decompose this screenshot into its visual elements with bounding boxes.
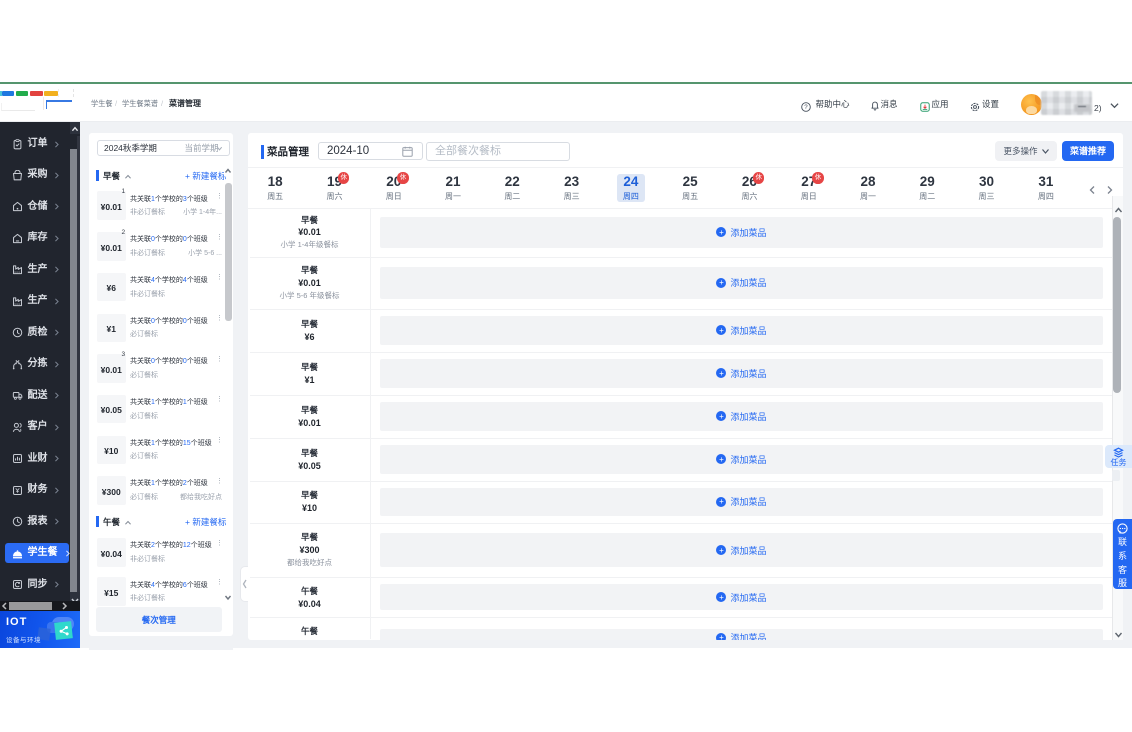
svg-text:服: 服 — [1118, 578, 1127, 588]
svg-text:任务: 任务 — [1111, 457, 1127, 467]
svg-text:客: 客 — [1118, 564, 1127, 575]
svg-text:?: ? — [804, 104, 808, 111]
svg-text:系: 系 — [1118, 551, 1127, 561]
svg-text:联: 联 — [1118, 537, 1127, 547]
